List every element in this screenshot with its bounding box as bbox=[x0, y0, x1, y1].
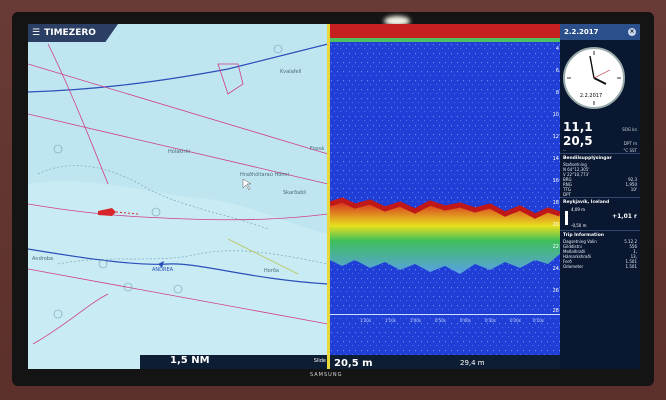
place-label: Horða bbox=[264, 268, 279, 274]
mouse-cursor-icon bbox=[242, 178, 252, 191]
depth-tick: 24 bbox=[552, 266, 559, 272]
depth-tick: 14 bbox=[552, 156, 559, 162]
trip-label: Odometer bbox=[563, 264, 584, 269]
nautical-chart[interactable]: ☰ TIMEZERO Kvalafell Hólakirki Fossá Hra… bbox=[28, 24, 328, 369]
place-label: Skarðabli bbox=[283, 190, 307, 196]
dpt-unit: m bbox=[633, 141, 637, 146]
cursor-info-title: Bendilsupplýsingar bbox=[560, 153, 640, 162]
dpt-label: DPT bbox=[623, 141, 632, 146]
tide-gauge: 4,09 m -0,50 m +1,01 r bbox=[563, 207, 637, 229]
place-label: Hólakirki bbox=[168, 149, 190, 155]
time-tick: 0'50s bbox=[435, 318, 446, 323]
place-label: Hraðhóltaraú Hólmi bbox=[240, 172, 289, 178]
close-icon[interactable]: × bbox=[628, 28, 636, 36]
trip-title: Trip Information bbox=[560, 230, 640, 239]
time-tick: 1'00s bbox=[410, 318, 421, 323]
time-tick: 0'20s bbox=[510, 318, 521, 323]
rock-marker bbox=[273, 44, 283, 54]
depth-tick: 12 bbox=[552, 134, 559, 140]
depth-tick: 4 bbox=[555, 46, 559, 52]
time-axis bbox=[330, 314, 560, 315]
time-tick: 1'20s bbox=[360, 318, 371, 323]
range-label: Slide bbox=[313, 358, 326, 364]
depth-tick: 8 bbox=[555, 90, 559, 96]
depth-tick: 6 bbox=[555, 68, 559, 74]
place-label: Fossá bbox=[310, 146, 325, 152]
track-line bbox=[47, 43, 109, 185]
distance-readout: 29,4 m bbox=[460, 359, 485, 367]
place-label: Androba bbox=[32, 256, 54, 262]
clock-face-icon bbox=[563, 47, 625, 109]
fish-finder-echogram[interactable]: 4 6 8 10 12 14 16 18 20 22 24 26 28 1'20… bbox=[330, 24, 560, 369]
instrument-panel: 2.2.2017 × 2.2.2017 11,1 SOG kn 20,5 DPT… bbox=[560, 24, 640, 369]
time-tick: 1'10s bbox=[385, 318, 396, 323]
sst-value: -- bbox=[563, 148, 566, 153]
sonar-status-bar: 20,5 m 29,4 m bbox=[330, 355, 560, 369]
sog-unit: kn bbox=[632, 127, 637, 132]
time-tick: 0'30s bbox=[485, 318, 496, 323]
tv-brand-logo: SAMSUNG bbox=[310, 372, 343, 378]
brand-name: TIMEZERO bbox=[44, 28, 96, 38]
depth-tick: 18 bbox=[552, 200, 559, 206]
dpt-readout: 20,5 DPT m bbox=[560, 134, 640, 148]
trip-value: 1.501 bbox=[625, 264, 637, 269]
depth-tick: 28 bbox=[552, 308, 559, 314]
range-value: 1,5 NM bbox=[170, 355, 210, 366]
analog-clock: 2.2.2017 bbox=[560, 40, 640, 120]
tide-value: +1,01 r bbox=[612, 213, 637, 220]
sog-readout: 11,1 SOG kn bbox=[560, 120, 640, 134]
depth-scale: 4 6 8 10 12 14 16 18 20 22 24 26 28 bbox=[548, 24, 560, 324]
time-tick: 0'40s bbox=[460, 318, 471, 323]
tide-bar-icon bbox=[565, 211, 568, 225]
depth-tick: 20 bbox=[552, 222, 559, 228]
depth-tick: 16 bbox=[552, 178, 559, 184]
place-label: Kvalafell bbox=[280, 69, 302, 75]
sst-label: SST bbox=[629, 148, 637, 153]
dpt2-label: DPT bbox=[563, 192, 571, 197]
ttg-value: 10' bbox=[630, 187, 637, 192]
vessel-label: ANDREA bbox=[152, 267, 174, 273]
sog-label: SOG bbox=[622, 127, 631, 132]
panel-date: 2.2.2017 bbox=[564, 28, 599, 36]
dpt-value: 20,5 bbox=[563, 134, 593, 148]
rock-marker bbox=[53, 144, 63, 154]
time-tick: 0'10s bbox=[533, 318, 544, 323]
range-readout: 1,5 NM Slide bbox=[140, 355, 328, 369]
tv-screen: ☰ TIMEZERO Kvalafell Hólakirki Fossá Hra… bbox=[28, 24, 640, 369]
tide-title: Reykjavík, Iceland bbox=[560, 197, 640, 206]
hamburger-icon[interactable]: ☰ bbox=[32, 28, 40, 38]
depth-tick: 26 bbox=[552, 288, 559, 294]
tide-top: 4,09 m bbox=[571, 207, 586, 212]
clock-date: 2.2.2017 bbox=[576, 92, 606, 100]
depth-readout: 20,5 m bbox=[334, 358, 373, 369]
tide-bottom: -0,50 m bbox=[571, 223, 587, 228]
route-line bbox=[28, 43, 328, 93]
depth-tick: 22 bbox=[552, 244, 559, 250]
surface-echo bbox=[330, 38, 560, 42]
trip-row: Odometer 1.501 bbox=[560, 264, 640, 269]
chart-lines bbox=[28, 43, 328, 369]
sog-value: 11,1 bbox=[563, 120, 593, 134]
surface-echo bbox=[330, 24, 560, 38]
depth-tick: 10 bbox=[552, 112, 559, 118]
panel-header: 2.2.2017 × bbox=[560, 24, 640, 40]
brand-bar[interactable]: ☰ TIMEZERO bbox=[28, 24, 118, 42]
shallow-area bbox=[28, 181, 328, 369]
sst-unit: °C bbox=[623, 148, 629, 153]
